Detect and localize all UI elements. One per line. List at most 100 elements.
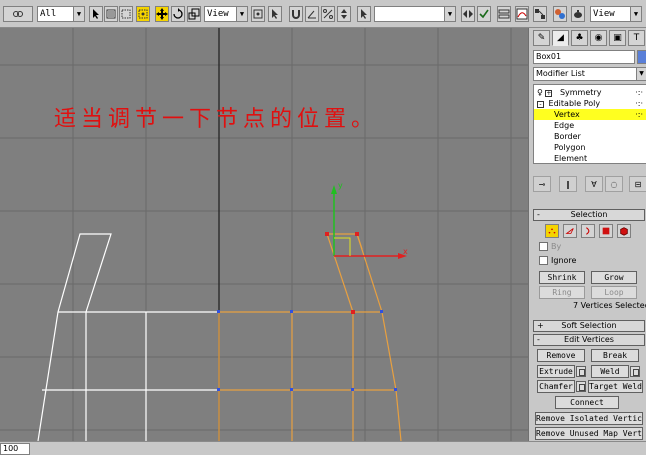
selection-rollout-header[interactable]: - Selection xyxy=(533,209,645,221)
dots-icon: ·:· xyxy=(635,110,643,119)
tab-motion[interactable]: ◉ xyxy=(590,30,607,46)
curve-editor-icon xyxy=(516,8,528,20)
pivot-center-button[interactable] xyxy=(251,6,265,22)
subobject-polygon-button[interactable] xyxy=(599,224,613,238)
viewport-canvas[interactable]: y x xyxy=(0,28,528,441)
material-editor-button[interactable] xyxy=(553,6,567,22)
extrude-button[interactable]: Extrude xyxy=(537,365,575,378)
remove-vertex-button[interactable]: Remove xyxy=(537,349,585,362)
link-tool-button[interactable] xyxy=(3,6,33,22)
move-icon xyxy=(156,8,168,20)
link-icon xyxy=(13,11,23,17)
select-by-name-button[interactable] xyxy=(104,6,118,22)
break-vertex-button[interactable]: Break xyxy=(591,349,639,362)
region-select-button[interactable] xyxy=(119,6,133,22)
stack-item-symmetry[interactable]: ♀ + Symmetry ·:· xyxy=(534,87,646,98)
scale-icon xyxy=(188,8,200,20)
trash-icon: ◌ xyxy=(610,179,618,189)
remove-unused-map-verts-button[interactable]: Remove Unused Map Verts xyxy=(535,427,643,440)
extrude-settings-button[interactable] xyxy=(576,366,586,377)
render-scene-button[interactable] xyxy=(571,6,585,22)
tab-modify[interactable]: ◢ xyxy=(552,30,569,46)
ring-button[interactable]: Ring xyxy=(539,286,585,299)
object-name-field[interactable]: Box01 xyxy=(533,50,635,64)
make-unique-button[interactable]: ∀ xyxy=(585,176,603,192)
stack-item-editable-poly[interactable]: - Editable Poly ·:· xyxy=(534,98,646,109)
edit-named-selection-button[interactable] xyxy=(357,6,371,22)
snap-toggle-button[interactable] xyxy=(289,6,303,22)
render-type-dropdown[interactable]: View ▼ xyxy=(590,6,642,22)
select-manipulate-button[interactable] xyxy=(268,6,282,22)
ignore-backfacing-checkbox[interactable] xyxy=(539,256,548,265)
selection-filter-dropdown[interactable]: All ▼ xyxy=(37,6,85,22)
grow-button[interactable]: Grow xyxy=(591,271,637,284)
loop-button[interactable]: Loop xyxy=(591,286,637,299)
stack-item-label: Symmetry xyxy=(559,88,602,97)
shrink-button[interactable]: Shrink xyxy=(539,271,585,284)
edit-vertices-rollout-header[interactable]: - Edit Vertices xyxy=(533,334,645,346)
angle-snap-button[interactable] xyxy=(305,6,319,22)
stack-item-vertex[interactable]: Vertex ·:· xyxy=(534,109,646,120)
stack-item-edge[interactable]: Edge xyxy=(534,120,646,131)
remove-modifier-button[interactable]: ◌ xyxy=(605,176,623,192)
percent-snap-button[interactable] xyxy=(321,6,335,22)
stack-item-element[interactable]: Element xyxy=(534,153,646,164)
modifier-list-dropdown[interactable]: Modifier List ▼ xyxy=(533,67,646,81)
spinner-snap-button[interactable] xyxy=(337,6,351,22)
layers-icon xyxy=(498,9,510,19)
subobject-element-button[interactable] xyxy=(617,224,631,238)
by-vertex-label: By xyxy=(551,242,562,251)
layer-manager-button[interactable] xyxy=(497,6,511,22)
chamfer-settings-button[interactable] xyxy=(576,381,586,392)
chamfer-button[interactable]: Chamfer xyxy=(537,380,575,393)
subobject-border-button[interactable] xyxy=(581,224,595,238)
tab-utilities[interactable]: T xyxy=(628,30,645,46)
tab-display[interactable]: ▣ xyxy=(609,30,626,46)
by-vertex-checkbox[interactable] xyxy=(539,242,548,251)
list-icon xyxy=(106,9,116,19)
soft-selection-rollout-header[interactable]: + Soft Selection xyxy=(533,320,645,332)
border-icon xyxy=(586,227,590,235)
schematic-view-button[interactable] xyxy=(533,6,547,22)
select-object-button[interactable] xyxy=(89,6,103,22)
gizmo-y-arrow xyxy=(331,185,337,194)
weld-settings-button[interactable] xyxy=(630,366,640,377)
scale-tool-button[interactable] xyxy=(187,6,201,22)
named-selection-dropdown[interactable]: ▼ xyxy=(374,6,456,22)
tab-hierarchy[interactable]: ♣ xyxy=(571,30,588,46)
perspective-viewport[interactable]: y x 适当调节一下节点的位置。 xyxy=(0,28,528,441)
curve-editor-button[interactable] xyxy=(515,6,529,22)
viewport-grid xyxy=(0,28,528,441)
percent-icon xyxy=(323,9,333,19)
rollout-title: Soft Selection xyxy=(561,321,617,330)
stack-item-polygon[interactable]: Polygon xyxy=(534,142,646,153)
end-result-icon: ‖ xyxy=(566,179,570,189)
move-gizmo[interactable]: y x xyxy=(331,181,408,259)
modifier-stack: ♀ + Symmetry ·:· - Editable Poly ·:· Ver… xyxy=(533,84,646,164)
tab-create[interactable]: ✎ xyxy=(533,30,550,46)
subobject-vertex-button[interactable] xyxy=(545,224,559,238)
rotate-tool-button[interactable] xyxy=(171,6,185,22)
subobject-edge-button[interactable] xyxy=(563,224,577,238)
pin-stack-button[interactable]: ⊸ xyxy=(533,176,551,192)
stack-item-label: Element xyxy=(554,154,588,163)
chevron-down-icon: ▼ xyxy=(444,7,455,21)
element-cube-icon xyxy=(620,227,628,236)
gizmo-xy-plane[interactable] xyxy=(334,237,351,256)
object-color-swatch[interactable] xyxy=(637,50,646,64)
frame-count-field[interactable]: 100 xyxy=(0,443,30,455)
reference-coordinate-dropdown[interactable]: View ▼ xyxy=(204,6,248,22)
target-weld-button[interactable]: Target Weld xyxy=(588,380,643,393)
configure-sets-button[interactable]: ⊟ xyxy=(629,176,646,192)
connect-button[interactable]: Connect xyxy=(555,396,619,409)
weld-button[interactable]: Weld xyxy=(591,365,629,378)
remove-isolated-vertices-button[interactable]: Remove Isolated Vertices xyxy=(535,412,643,425)
stack-item-border[interactable]: Border xyxy=(534,131,646,142)
window-crossing-button[interactable] xyxy=(136,6,150,22)
align-button[interactable] xyxy=(477,6,491,22)
motion-icon: ◉ xyxy=(594,33,603,43)
move-tool-button[interactable] xyxy=(155,6,169,22)
mirror-button[interactable] xyxy=(461,6,475,22)
angle-icon xyxy=(307,10,316,19)
show-end-result-button[interactable]: ‖ xyxy=(559,176,577,192)
